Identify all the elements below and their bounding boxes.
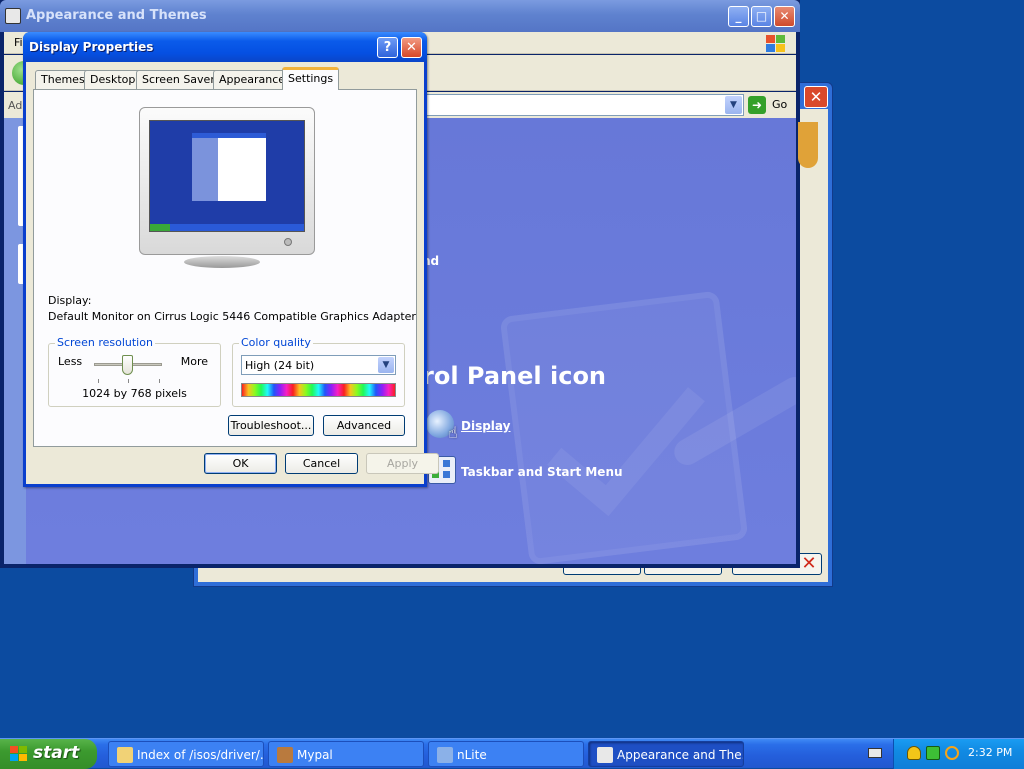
screen-resolution-legend: Screen resolution — [55, 336, 155, 349]
decorative-art-icon — [798, 122, 818, 168]
window-title: Appearance and Themes — [26, 8, 207, 23]
color-quality-group: Color quality High (24 bit) ▼ — [232, 336, 405, 407]
control-panel-icon — [597, 747, 613, 763]
keyboard-icon[interactable] — [868, 748, 882, 758]
control-panel-icon — [5, 8, 21, 24]
color-spectrum-bar — [241, 383, 396, 397]
system-tray: 2:32 PM — [893, 739, 1024, 769]
power-button-icon — [284, 238, 292, 246]
browser-icon — [277, 747, 293, 763]
dialog-close-button[interactable]: ✕ — [401, 37, 422, 58]
taskbar-item-label: Index of /isos/driver/... — [137, 748, 264, 762]
nlite-icon — [437, 747, 453, 763]
chevron-down-icon[interactable]: ▼ — [725, 96, 742, 114]
screen-resolution-group: Screen resolution Less More 1024 by 768 … — [48, 336, 221, 407]
help-button[interactable]: ? — [377, 37, 398, 58]
troubleshoot-button[interactable]: Troubleshoot... — [228, 415, 314, 436]
tab-desktop[interactable]: Desktop — [84, 70, 142, 90]
tab-screen-saver[interactable]: Screen Saver — [136, 70, 221, 90]
maximize-button[interactable]: □ — [751, 6, 772, 27]
color-quality-value: High (24 bit) — [245, 359, 315, 372]
red-x-icon: ✕ — [801, 553, 817, 574]
network-icon[interactable] — [926, 746, 940, 760]
search-icon[interactable] — [945, 746, 959, 760]
window-titlebar[interactable]: Appearance and Themes _ □ ✕ — [0, 0, 800, 32]
resolution-more-label: More — [180, 355, 208, 368]
clock[interactable]: 2:32 PM — [968, 746, 1012, 759]
slider-tick — [159, 379, 160, 383]
tab-themes[interactable]: Themes — [35, 70, 91, 90]
taskbar-item-index[interactable]: Index of /isos/driver/... — [108, 741, 264, 767]
start-label: start — [33, 743, 80, 763]
taskbar-item-appearance[interactable]: Appearance and The... — [588, 741, 744, 767]
cancel-button[interactable]: Cancel — [285, 453, 358, 474]
display-properties-dialog: Display Properties ? ✕ Themes Desktop Sc… — [23, 32, 439, 487]
resolution-less-label: Less — [58, 355, 83, 368]
dialog-title: Display Properties — [29, 40, 154, 54]
monitor-stand — [184, 256, 260, 268]
resolution-value: 1024 by 768 pixels — [82, 387, 187, 400]
color-quality-select[interactable]: High (24 bit) ▼ — [241, 355, 396, 375]
display-link[interactable]: Display — [461, 419, 510, 433]
tab-settings[interactable]: Settings — [282, 67, 340, 90]
windows-logo-icon — [10, 746, 28, 762]
taskbar-item-label: Appearance and The... — [617, 748, 744, 762]
display-adapter-value: Default Monitor on Cirrus Logic 5446 Com… — [48, 310, 416, 323]
taskbar: start Index of /isos/driver/... Mypal nL… — [0, 738, 1024, 769]
preview-window — [192, 133, 266, 201]
taskbar-item-nlite[interactable]: nLite — [428, 741, 584, 767]
resolution-slider-thumb[interactable] — [121, 355, 133, 375]
tab-appearance[interactable]: Appearance — [213, 70, 292, 90]
color-quality-legend: Color quality — [239, 336, 313, 349]
section-heading: rol Panel icon — [422, 362, 607, 390]
chevron-down-icon[interactable]: ▼ — [378, 357, 394, 373]
taskbar-item-label: nLite — [457, 748, 487, 762]
address-input[interactable]: ▼ — [424, 94, 744, 116]
hand-cursor-icon: ☝ — [448, 423, 458, 442]
settings-panel: Display: Default Monitor on Cirrus Logic… — [33, 89, 417, 447]
advanced-button[interactable]: Advanced — [323, 415, 405, 436]
ok-button[interactable]: OK — [204, 453, 277, 474]
go-button[interactable]: ➜ Go — [748, 95, 798, 115]
taskbar-and-start-menu-link[interactable]: Taskbar and Start Menu — [461, 465, 623, 479]
slider-tick — [98, 379, 99, 383]
start-button[interactable]: start — [0, 739, 97, 769]
display-label: Display: — [48, 294, 92, 307]
monitor-screen — [149, 120, 305, 232]
preview-taskbar — [150, 224, 304, 231]
preview-start-button — [150, 224, 170, 231]
dialog-titlebar[interactable]: Display Properties ? ✕ — [23, 32, 427, 62]
monitor-preview-icon — [139, 107, 315, 255]
background-dialog-close-button[interactable]: ✕ — [804, 86, 828, 108]
security-shield-icon[interactable] — [907, 746, 921, 760]
windows-flag-icon — [764, 33, 786, 53]
folder-icon — [117, 747, 133, 763]
apply-button: Apply — [366, 453, 439, 474]
go-arrow-icon: ➜ — [748, 96, 766, 114]
taskbar-item-label: Mypal — [297, 748, 333, 762]
minimize-button[interactable]: _ — [728, 6, 749, 27]
close-button[interactable]: ✕ — [774, 6, 795, 27]
slider-tick — [128, 379, 129, 383]
dialog-body: Themes Desktop Screen Saver Appearance S… — [26, 62, 439, 484]
taskbar-item-mypal[interactable]: Mypal — [268, 741, 424, 767]
address-label: Ad — [8, 99, 23, 112]
go-label: Go — [772, 98, 788, 111]
menu-file[interactable]: Fi — [14, 36, 23, 49]
